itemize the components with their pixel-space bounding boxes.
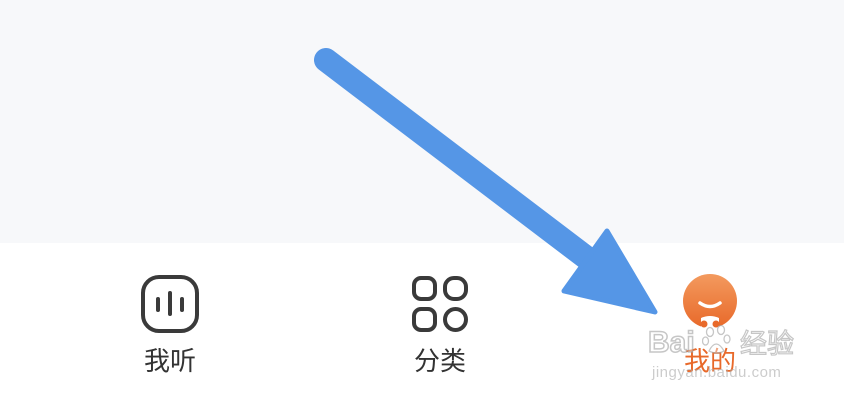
app-screen: 我听 分类 我的 Bai 经验 jingyan.baidu.com [0,0,844,404]
tab-category[interactable]: 分类 [305,243,575,404]
content-area [0,0,844,243]
tab-label: 我听 [143,346,196,376]
tab-label: 分类 [413,346,466,376]
tab-mine[interactable]: 我的 [575,243,844,404]
mine-avatar-icon [680,274,740,334]
category-icon [410,274,470,334]
tab-label: 我的 [683,346,736,376]
tab-listen[interactable]: 我听 [35,243,305,404]
bottom-tab-bar: 我听 分类 我的 [0,243,844,404]
listen-icon [140,274,200,334]
